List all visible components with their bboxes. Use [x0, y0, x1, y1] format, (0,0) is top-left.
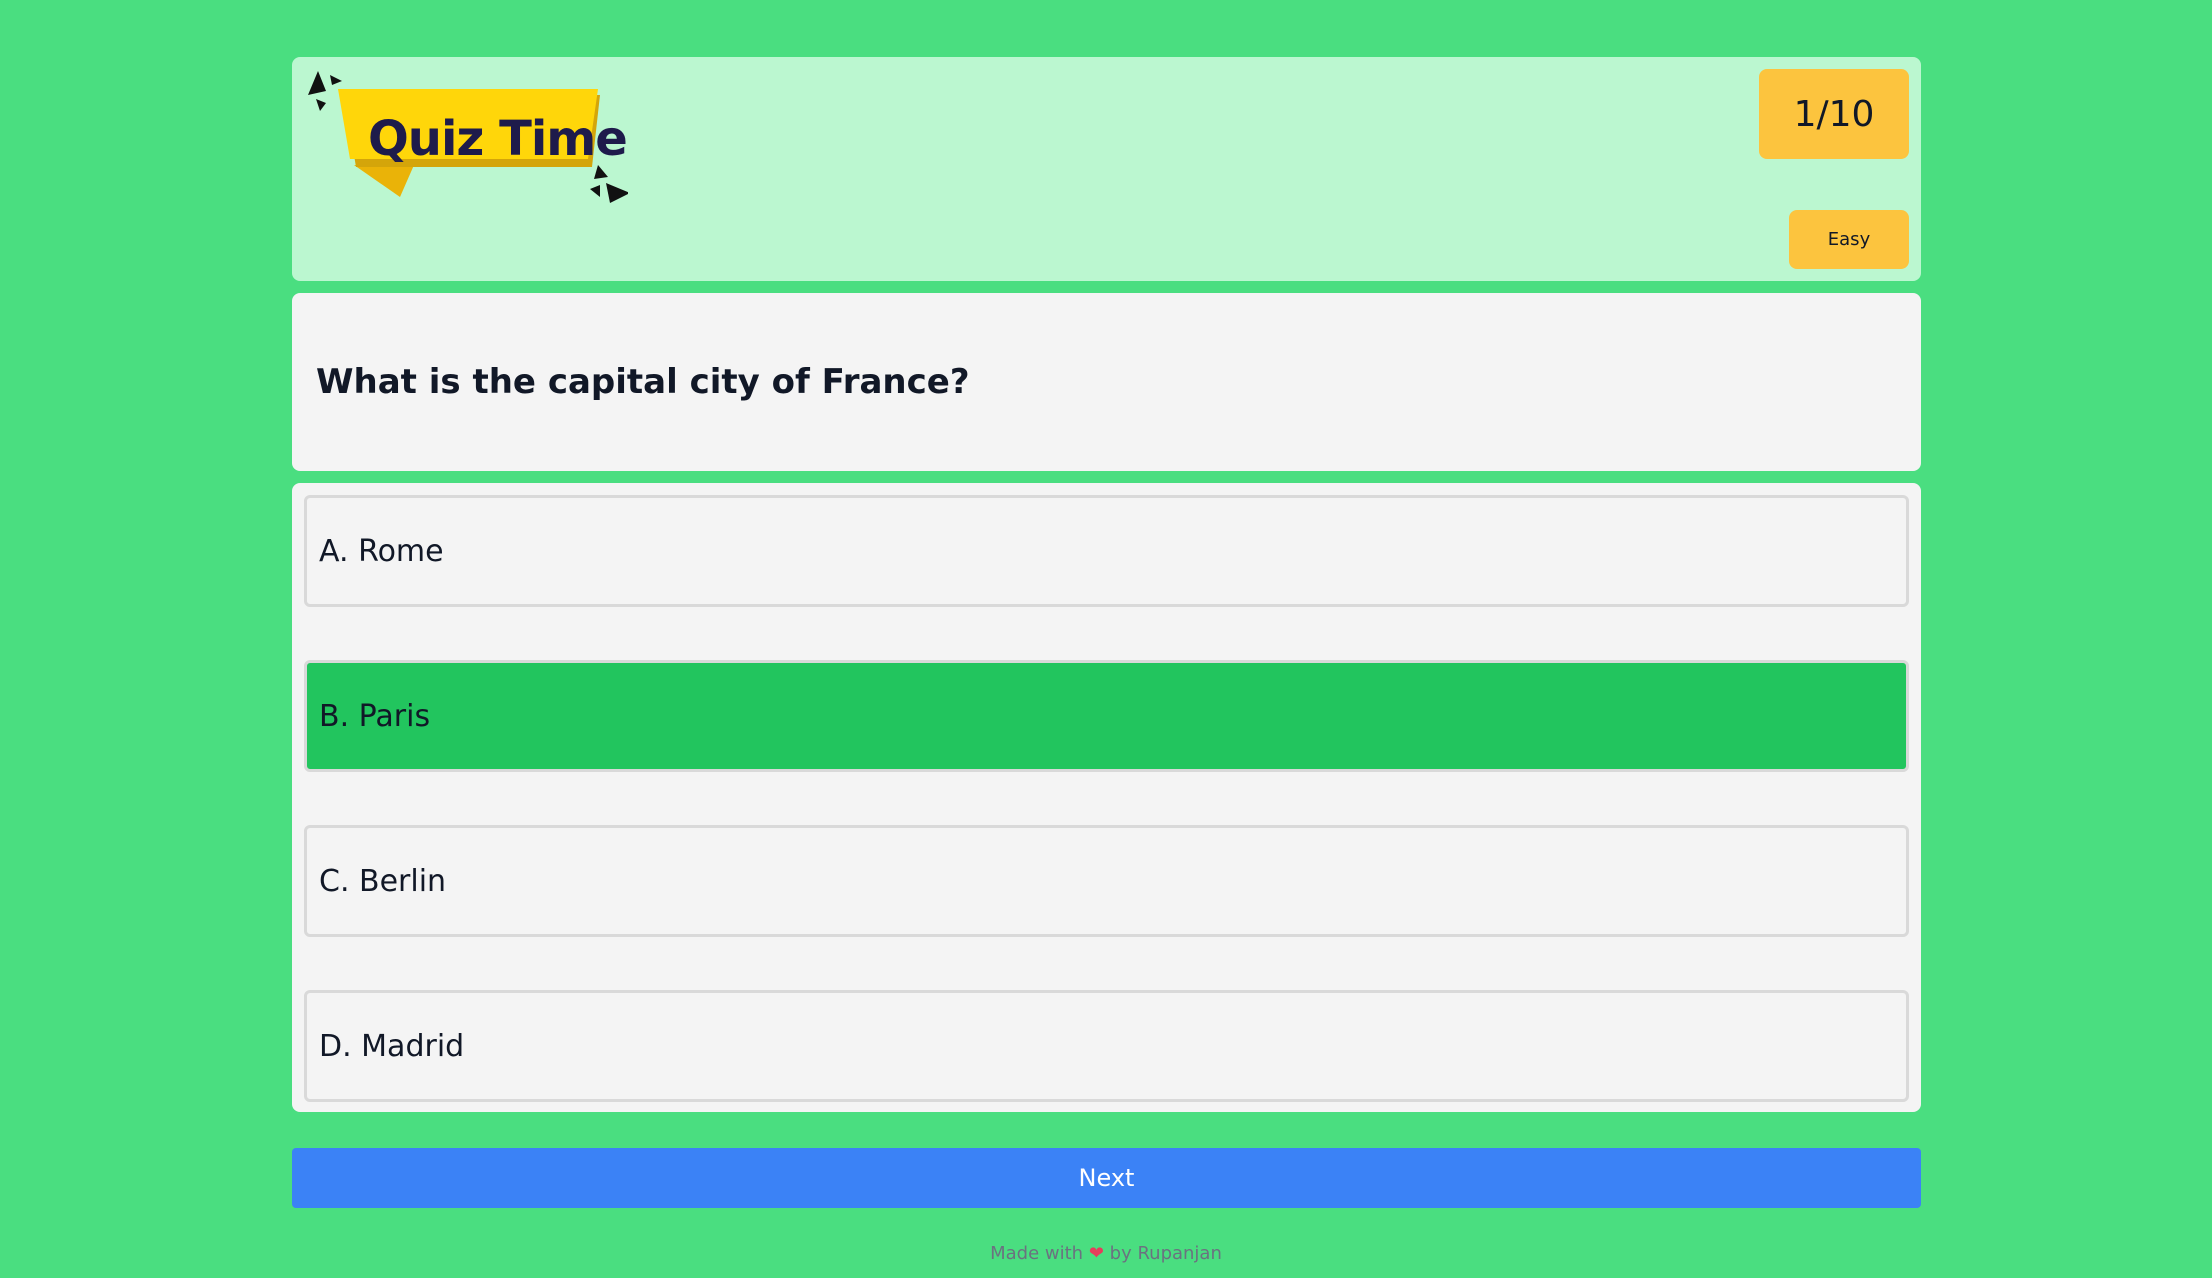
question-card: What is the capital city of France? [292, 293, 1921, 471]
option-c-button[interactable]: C. Berlin [304, 825, 1909, 937]
next-button[interactable]: Next [292, 1148, 1921, 1208]
option-b-button[interactable]: B. Paris [304, 660, 1909, 772]
heart-icon: ❤ [1088, 1243, 1104, 1264]
footer-prefix: Made with [990, 1243, 1084, 1264]
footer-suffix: by Rupanjan [1109, 1243, 1222, 1264]
question-counter-badge: 1/10 [1759, 69, 1909, 159]
option-a-button[interactable]: A. Rome [304, 495, 1909, 607]
quiz-container: Quiz Time 1/10 Easy What is the capital … [292, 57, 1921, 1208]
difficulty-badge: Easy [1789, 210, 1909, 269]
logo-text: Quiz Time [368, 111, 628, 167]
option-d-button[interactable]: D. Madrid [304, 990, 1909, 1102]
footer-credit: Made with ❤ by Rupanjan [0, 1243, 2212, 1264]
question-text: What is the capital city of France? [316, 362, 970, 402]
options-list: A. Rome B. Paris C. Berlin D. Madrid [292, 483, 1921, 1112]
quiz-time-logo: Quiz Time [308, 67, 630, 207]
quiz-header: Quiz Time 1/10 Easy [292, 57, 1921, 281]
